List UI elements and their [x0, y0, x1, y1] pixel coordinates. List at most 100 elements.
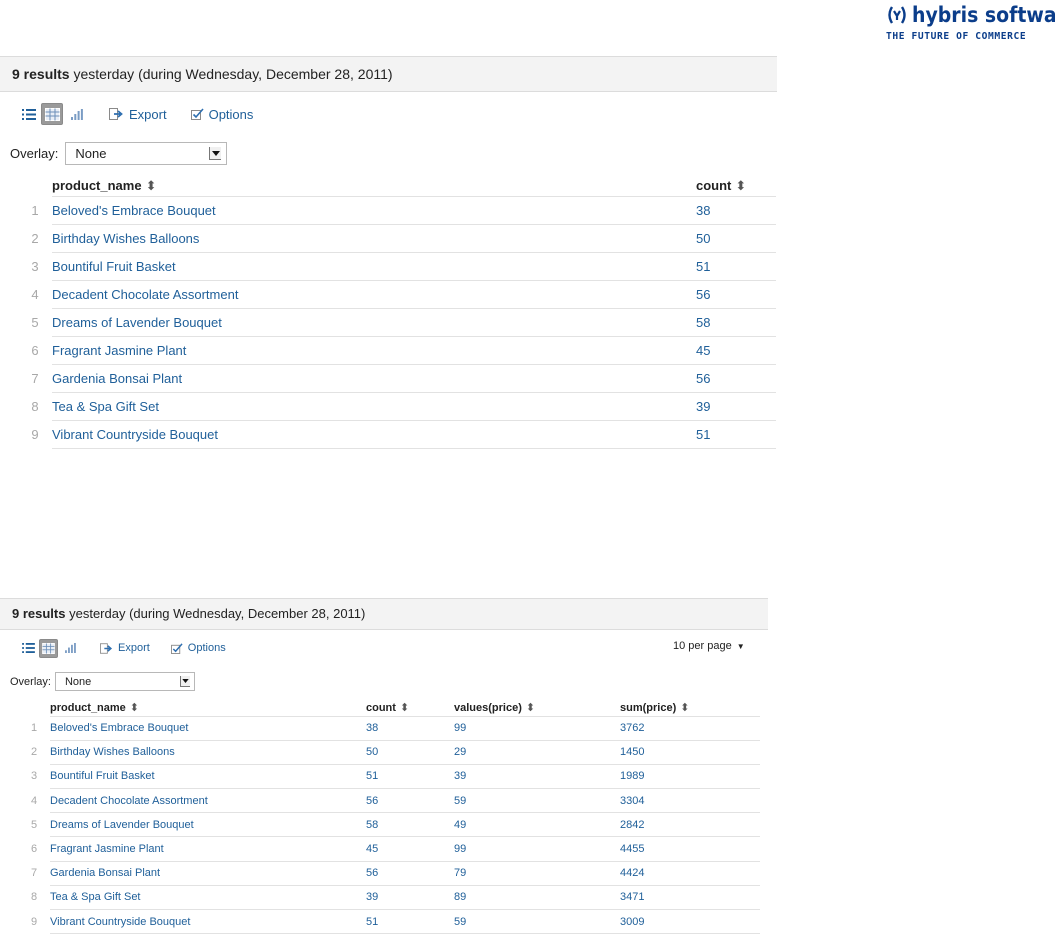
options-icon [170, 642, 183, 654]
table-row: 7 Gardenia Bonsai Plant 56 [18, 363, 776, 392]
product-name-cell[interactable]: Dreams of Lavender Bouquet [52, 307, 696, 336]
sum-price-cell[interactable]: 3009 [620, 908, 760, 935]
product-name-cell[interactable]: Gardenia Bonsai Plant [50, 860, 366, 886]
count-cell[interactable]: 45 [366, 836, 454, 862]
count-cell[interactable]: 38 [696, 195, 776, 224]
values-price-cell[interactable]: 99 [454, 836, 620, 862]
product-name-cell[interactable]: Vibrant Countryside Bouquet [52, 419, 696, 449]
sort-icon: ⬍ [129, 701, 140, 714]
table-row: 2 Birthday Wishes Balloons 50 29 1450 [18, 739, 760, 765]
options-label: Options [208, 106, 254, 122]
values-price-cell[interactable]: 29 [454, 739, 620, 765]
count-cell[interactable]: 51 [366, 763, 454, 789]
table-row: 8 Tea & Spa Gift Set 39 89 3471 [18, 884, 760, 910]
column-header-product-name[interactable]: product_name ⬍ [52, 172, 696, 196]
values-price-cell[interactable]: 89 [454, 884, 620, 910]
count-cell[interactable]: 45 [696, 335, 776, 364]
per-page-label: 10 per page [673, 640, 732, 652]
sort-icon: ⬍ [680, 701, 690, 714]
values-price-cell[interactable]: 99 [454, 715, 620, 741]
count-cell[interactable]: 56 [366, 860, 454, 886]
product-name-cell[interactable]: Birthday Wishes Balloons [52, 223, 696, 252]
results-panel-count: 9 results yesterday (during Wednesday, D… [0, 56, 777, 466]
product-name-cell[interactable]: Decadent Chocolate Assortment [50, 788, 366, 813]
hybris-mark-icon [886, 4, 908, 26]
export-button[interactable]: Export [109, 107, 167, 122]
values-price-cell[interactable]: 49 [454, 812, 620, 837]
product-name-cell[interactable]: Beloved's Embrace Bouquet [50, 715, 366, 741]
sum-price-cell[interactable]: 3762 [620, 715, 760, 741]
product-name-cell[interactable]: Beloved's Embrace Bouquet [52, 195, 696, 224]
count-cell[interactable]: 38 [366, 715, 454, 741]
values-price-cell[interactable]: 39 [454, 763, 620, 789]
table-row: 9 Vibrant Countryside Bouquet 51 59 3009 [18, 908, 760, 935]
results-table: product_name ⬍ count ⬍ 1 Beloved's Embrace … [18, 172, 776, 449]
table-row: 4 Decadent Chocolate Assortment 56 59 3304 [18, 788, 760, 813]
count-cell[interactable]: 51 [696, 419, 776, 449]
count-cell[interactable]: 50 [366, 739, 454, 765]
column-header-values-price[interactable]: values(price) ⬍ [454, 697, 620, 716]
dropdown-arrow-icon [209, 147, 222, 160]
overlay-label: Overlay: [10, 146, 59, 161]
product-name-cell[interactable]: Fragrant Jasmine Plant [50, 836, 366, 862]
count-cell[interactable]: 39 [366, 884, 454, 910]
count-cell[interactable]: 56 [696, 279, 776, 308]
results-count: 9 results [12, 66, 70, 82]
sum-price-cell[interactable]: 2842 [620, 812, 760, 837]
product-name-cell[interactable]: Vibrant Countryside Bouquet [50, 908, 366, 935]
count-cell[interactable]: 58 [696, 307, 776, 336]
values-price-cell[interactable]: 79 [454, 860, 620, 886]
sum-price-cell[interactable]: 1450 [620, 739, 760, 765]
column-header-product-name[interactable]: product_name ⬍ [50, 697, 366, 716]
product-name-cell[interactable]: Tea & Spa Gift Set [52, 391, 696, 420]
chart-view-icon[interactable] [62, 639, 78, 658]
results-table: product_name ⬍ count ⬍ values(price) ⬍ sum(… [18, 697, 760, 935]
product-name-cell[interactable]: Decadent Chocolate Assortment [52, 279, 696, 308]
per-page-dropdown[interactable]: 10 per page ▼ [673, 640, 745, 652]
count-cell[interactable]: 51 [696, 251, 776, 280]
options-button[interactable]: Options [170, 642, 226, 654]
logo-brand-text: hybris software [912, 3, 1055, 27]
count-cell[interactable]: 39 [696, 391, 776, 420]
product-name-cell[interactable]: Bountiful Fruit Basket [52, 251, 696, 280]
product-name-cell[interactable]: Gardenia Bonsai Plant [52, 363, 696, 392]
count-cell[interactable]: 50 [696, 223, 776, 252]
sum-price-cell[interactable]: 3471 [620, 884, 760, 910]
results-panel-price: 9 results yesterday (during Wednesday, D… [0, 598, 768, 945]
values-price-cell[interactable]: 59 [454, 908, 620, 935]
count-cell[interactable]: 58 [366, 812, 454, 837]
export-button[interactable]: Export [100, 642, 150, 654]
table-view-icon[interactable] [41, 103, 63, 125]
count-cell[interactable]: 56 [696, 363, 776, 392]
row-number: 3 [31, 258, 39, 274]
column-header-count[interactable]: count ⬍ [366, 697, 454, 716]
column-header-sum-price[interactable]: sum(price) ⬍ [620, 697, 760, 716]
sum-price-cell[interactable]: 1989 [620, 763, 760, 789]
sum-price-cell[interactable]: 3304 [620, 788, 760, 813]
table-view-icon[interactable] [39, 638, 58, 658]
options-button[interactable]: Options [190, 106, 254, 122]
product-name-cell[interactable]: Tea & Spa Gift Set [50, 884, 366, 910]
row-number: 7 [31, 370, 39, 386]
count-cell[interactable]: 56 [366, 788, 454, 813]
list-view-icon[interactable] [20, 103, 38, 125]
product-name-cell[interactable]: Birthday Wishes Balloons [50, 739, 366, 765]
product-name-cell[interactable]: Dreams of Lavender Bouquet [50, 812, 366, 837]
chart-view-icon[interactable] [68, 103, 86, 125]
column-header-count[interactable]: count ⬍ [696, 172, 776, 196]
sum-price-cell[interactable]: 4455 [620, 836, 760, 862]
count-cell[interactable]: 51 [366, 908, 454, 935]
row-number-header [18, 697, 50, 716]
list-view-icon[interactable] [20, 639, 36, 658]
overlay-select[interactable]: None [65, 142, 228, 165]
table-row: 6 Fragrant Jasmine Plant 45 99 4455 [18, 836, 760, 862]
sum-price-cell[interactable]: 4424 [620, 860, 760, 886]
values-price-cell[interactable]: 59 [454, 788, 620, 813]
results-count: 9 results [12, 606, 66, 621]
table-row: 1 Beloved's Embrace Bouquet 38 [18, 195, 776, 224]
table-row: 6 Fragrant Jasmine Plant 45 [18, 335, 776, 364]
product-name-cell[interactable]: Bountiful Fruit Basket [50, 763, 366, 789]
overlay-select[interactable]: None [54, 672, 195, 691]
overlay-value: None [75, 146, 107, 161]
product-name-cell[interactable]: Fragrant Jasmine Plant [52, 335, 696, 364]
